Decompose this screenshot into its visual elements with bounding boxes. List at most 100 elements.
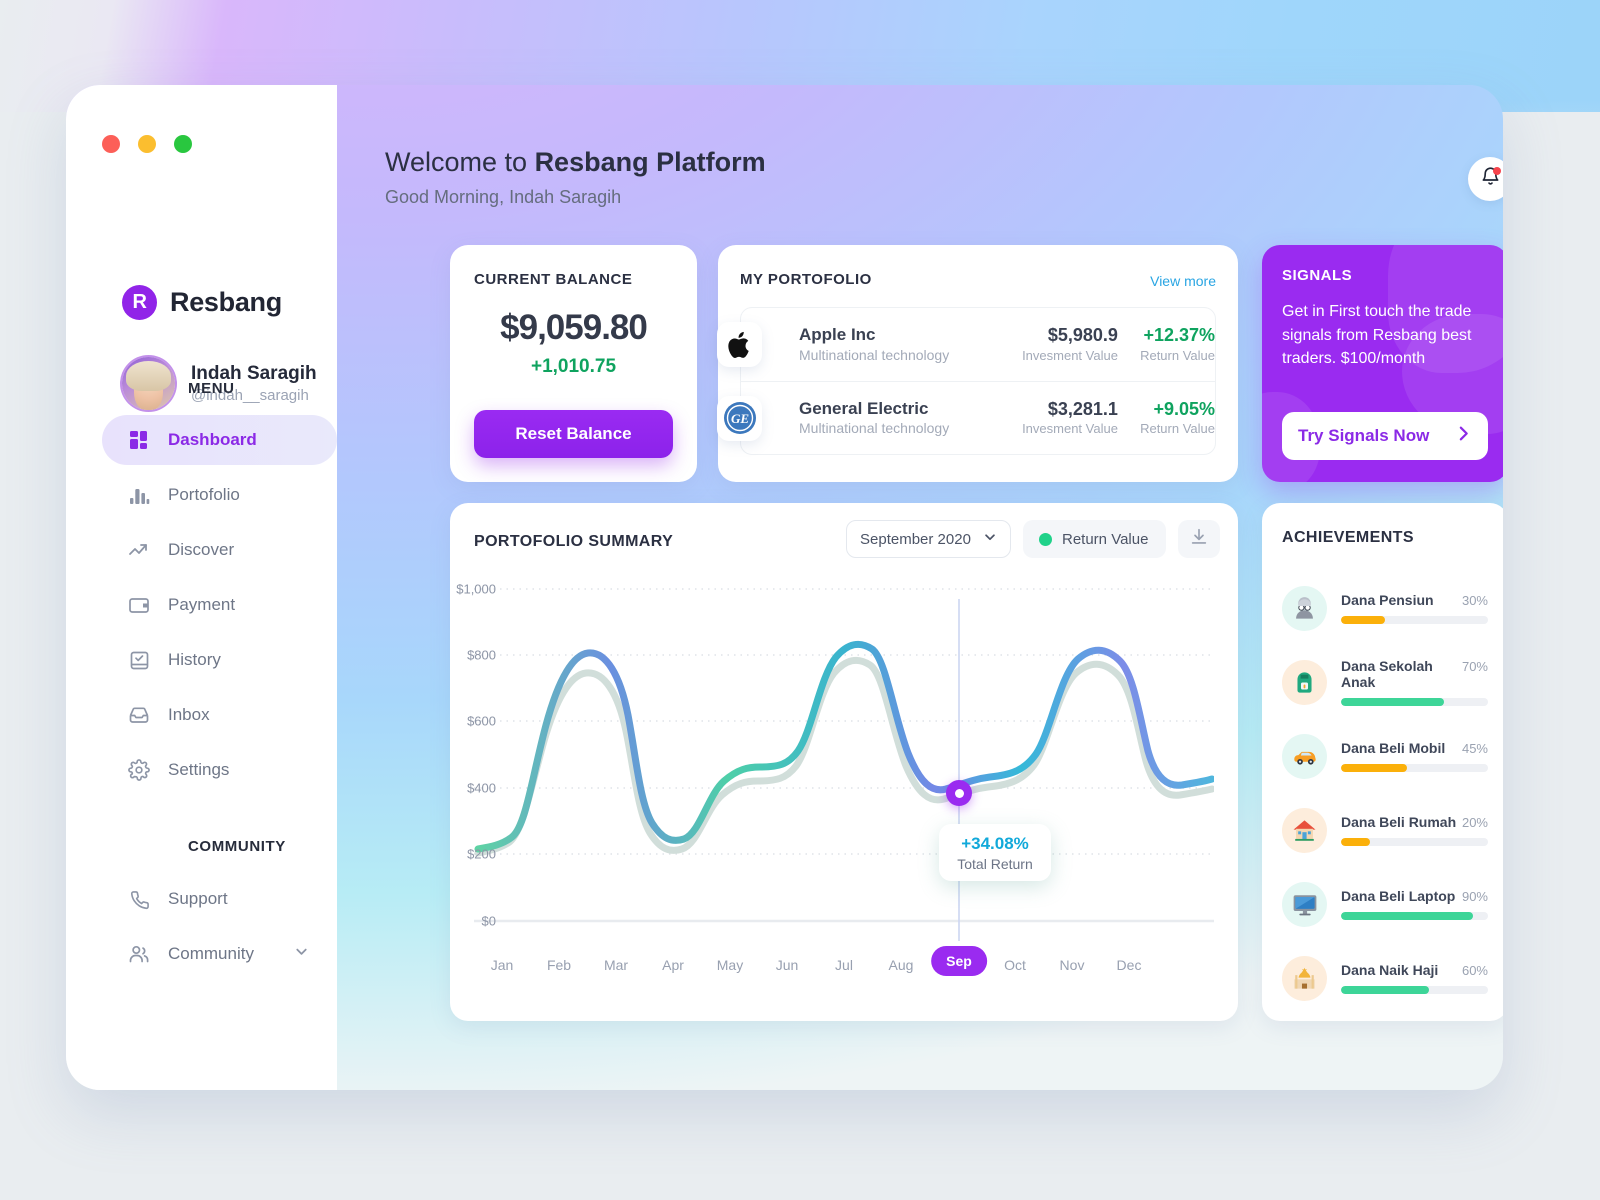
balance-delta: +1,010.75 — [530, 356, 617, 377]
portfolio-chart[interactable]: $1,000 $800 $600 $400 $200 $0 Jan Feb Ma… — [456, 581, 1214, 993]
chevron-down-icon[interactable] — [294, 944, 309, 964]
svg-text:GE: GE — [730, 411, 748, 426]
sidebar-item-portofolio[interactable]: Portofolio — [102, 470, 337, 520]
tooltip-label: Total Return — [957, 855, 1033, 872]
page-subtitle: Good Morning, Indah Saragih — [385, 187, 622, 207]
x-axis-tick-mar[interactable]: Mar — [604, 957, 628, 973]
y-axis-tick: $200 — [467, 846, 496, 862]
progress-track — [1341, 912, 1488, 920]
sidebar-item-inbox[interactable]: Inbox — [102, 690, 337, 740]
download-chart-button[interactable] — [1178, 520, 1220, 558]
list-item[interactable]: Dana Beli Laptop 90% — [1282, 867, 1488, 941]
x-axis-tick-jan[interactable]: Jan — [491, 957, 514, 973]
sidebar-item-label: Payment — [168, 595, 236, 614]
brand-logo[interactable]: R Resbang — [122, 285, 282, 320]
sidebar-item-history[interactable]: History — [102, 635, 337, 685]
x-axis-tick-jul[interactable]: Jul — [835, 957, 853, 973]
return-value-cell: +9.05% Return Value — [1118, 398, 1215, 438]
achievement-percent: 45% — [1461, 741, 1488, 756]
try-signals-button[interactable]: Try Signals Now — [1282, 412, 1488, 460]
grandma-emoji-icon — [1282, 585, 1327, 631]
close-window-button[interactable] — [102, 135, 120, 153]
sidebar-item-settings[interactable]: Settings — [102, 745, 337, 795]
grid-icon — [128, 429, 150, 451]
minimize-window-button[interactable] — [138, 135, 156, 153]
month-select[interactable]: September 2020 — [846, 520, 1011, 558]
brand-mark-icon: R — [122, 285, 157, 320]
chart-series-previous — [474, 656, 1214, 857]
signals-title: SIGNALS — [1282, 267, 1353, 284]
sidebar-item-label: Portofolio — [168, 485, 240, 504]
achievement-name: Dana Beli Laptop — [1341, 888, 1456, 904]
x-axis-tick-sep[interactable]: Sep — [931, 946, 987, 976]
progress-track — [1341, 764, 1488, 772]
list-item[interactable]: Dana Beli Mobil 45% — [1282, 719, 1488, 793]
x-axis-tick-feb[interactable]: Feb — [547, 957, 571, 973]
window-traffic-lights[interactable] — [102, 135, 192, 153]
achievement-percent: 90% — [1461, 889, 1488, 904]
sidebar-item-payment[interactable]: Payment — [102, 580, 337, 630]
x-axis-tick-nov[interactable]: Nov — [1060, 957, 1085, 973]
tooltip-value: +34.08% — [961, 833, 1029, 853]
sidebar-item-dashboard[interactable]: Dashboard — [102, 415, 337, 465]
list-item[interactable]: Dana Pensiun 30% — [1282, 571, 1488, 645]
x-axis-tick-dec[interactable]: Dec — [1117, 957, 1142, 973]
legend-label: Return Value — [1062, 530, 1149, 548]
sidebar-item-support[interactable]: Support — [102, 874, 337, 924]
page-title: Welcome to Resbang Platform — [385, 147, 766, 178]
brand-name: Resbang — [170, 287, 282, 317]
x-axis-tick-oct[interactable]: Oct — [1004, 957, 1026, 973]
achievement-percent: 30% — [1461, 593, 1488, 608]
investment-value-cell: $5,980.9 Invesment Value — [1007, 324, 1118, 364]
notifications-button[interactable] — [1468, 157, 1503, 201]
gear-icon — [128, 759, 150, 781]
investment-value-label: Invesment Value — [1022, 347, 1118, 363]
return-value-label: Return Value — [1140, 347, 1215, 363]
backpack-emoji-icon — [1282, 659, 1327, 705]
sidebar-item-discover[interactable]: Discover — [102, 525, 337, 575]
page-title-brand: Resbang Platform — [534, 147, 766, 177]
table-row[interactable]: Apple Inc Multinational technology $5,98… — [717, 308, 1215, 381]
return-value-cell: +12.37% Return Value — [1118, 324, 1215, 364]
sidebar-item-community[interactable]: Community — [102, 929, 337, 979]
trending-up-icon — [128, 539, 150, 561]
menu-section-label: MENU — [188, 380, 235, 397]
community-section-label: COMMUNITY — [188, 838, 286, 855]
my-portfolio-card: MY PORTOFOLIO View more Apple Inc Multin… — [717, 245, 1238, 482]
chart-legend-return-value[interactable]: Return Value — [1023, 520, 1166, 558]
y-axis-tick: $1,000 — [456, 581, 496, 597]
current-balance-card: CURRENT BALANCE $9,059.80 +1,010.75 Rese… — [450, 245, 697, 482]
list-item[interactable]: Dana Sekolah Anak 70% — [1282, 645, 1488, 719]
portfolio-summary-card: PORTOFOLIO SUMMARY September 2020 Return… — [450, 503, 1238, 1021]
view-more-link[interactable]: View more — [1150, 273, 1216, 289]
x-axis-tick-jun[interactable]: Jun — [776, 957, 799, 973]
x-axis-tick-aug[interactable]: Aug — [889, 957, 914, 973]
portfolio-list: Apple Inc Multinational technology $5,98… — [717, 307, 1216, 455]
x-axis-tick-may[interactable]: May — [717, 957, 743, 973]
asset-sector: Multinational technology — [799, 346, 950, 363]
reset-balance-button[interactable]: Reset Balance — [474, 410, 673, 458]
asset-name: General Electric — [799, 398, 929, 418]
achievement-body: Dana Sekolah Anak 70% — [1341, 658, 1488, 706]
chart-data-point-marker[interactable] — [946, 780, 972, 806]
download-icon — [1189, 527, 1209, 552]
progress-fill — [1341, 616, 1386, 624]
return-value-label: Return Value — [1140, 421, 1215, 437]
month-select-value: September 2020 — [860, 530, 971, 548]
summary-card-title: PORTOFOLIO SUMMARY — [474, 533, 674, 550]
notification-badge — [1493, 167, 1501, 175]
maximize-window-button[interactable] — [174, 135, 192, 153]
progress-track — [1341, 986, 1488, 994]
app-window: R Resbang Indah Saragih @indah__saragih … — [66, 85, 1503, 1090]
signals-card: SIGNALS Get in First touch the trade sig… — [1262, 245, 1503, 482]
list-item[interactable]: Dana Beli Rumah 20% — [1282, 793, 1488, 867]
x-axis-tick-apr[interactable]: Apr — [662, 957, 684, 973]
avatar — [122, 357, 175, 410]
asset-name-block: General Electric Multinational technolog… — [799, 398, 1007, 438]
sidebar-item-label: History — [168, 650, 221, 669]
achievements-card: ACHIEVEMENTS Dana Pensiun 30% Dana Sekol… — [1262, 503, 1503, 1021]
list-item[interactable]: Dana Naik Haji 60% — [1282, 941, 1488, 1015]
table-row[interactable]: GE General Electric Multinational techno… — [717, 381, 1215, 454]
y-axis-tick: $600 — [467, 713, 496, 729]
sidebar-item-label: Discover — [168, 540, 235, 559]
